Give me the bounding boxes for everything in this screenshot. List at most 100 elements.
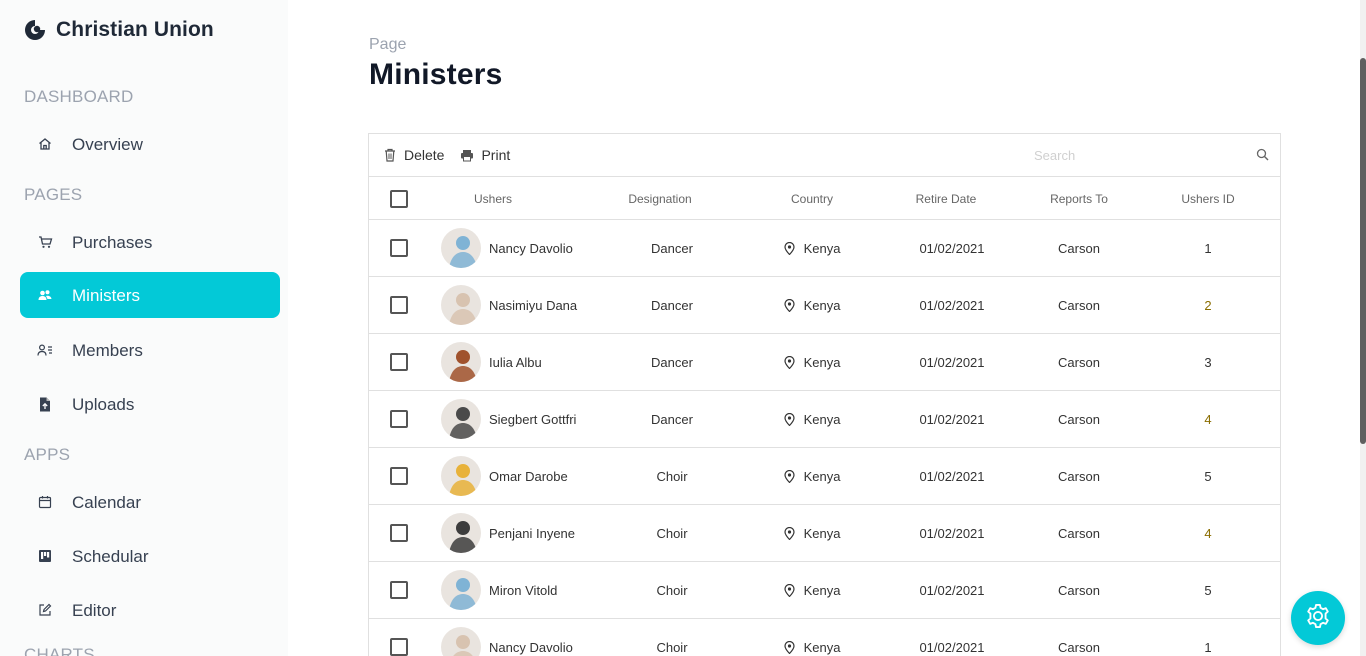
search-icon[interactable] [1256,148,1270,162]
country-name: Kenya [803,582,841,598]
column-header-country[interactable]: Country [739,177,885,220]
location-pin-icon [783,469,795,483]
scrollbar-thumb[interactable] [1360,58,1366,444]
sidebar-item-label: Editor [72,600,117,620]
avatar [441,342,481,382]
page-title: Ministers [369,58,503,91]
avatar-head [456,635,470,649]
row-checkbox[interactable] [390,410,408,428]
sidebar-item-label: Ministers [72,285,141,305]
retire-date-cell: 01/02/2021 [919,354,985,370]
brand[interactable]: Christian Union [24,17,214,43]
avatar-head [456,236,470,250]
row-checkbox[interactable] [390,353,408,371]
row-select-cell [369,391,429,447]
sidebar-item-members[interactable]: Members [20,327,280,373]
main-content: Page Ministers Delete Print Search Usher… [288,0,1360,656]
file-upload-icon [37,396,53,412]
column-header-ushers[interactable]: Ushers [441,177,545,220]
column-header-designation[interactable]: Designation [581,177,739,220]
designation-cell: Dancer [651,297,693,313]
usher-id-cell: 5 [1204,582,1212,598]
avatar-head [456,293,470,307]
column-header-ushers-id[interactable]: Ushers ID [1139,177,1277,220]
cart-icon [37,234,53,250]
retire-date-cell: 01/02/2021 [919,240,985,256]
home-icon [37,136,53,152]
sidebar-item-schedular[interactable]: Schedular [20,533,280,579]
usher-id-cell: 4 [1204,525,1212,541]
table-row[interactable]: Nancy Davolio Choir Kenya 01/02/2021 Carson 1 [369,619,1280,656]
table-row[interactable]: Iulia Albu Dancer Kenya 01/02/2021 Carson 3 [369,334,1280,391]
country-cell: Kenya [739,505,885,561]
gear-icon [1304,602,1332,635]
row-select-cell [369,562,429,618]
grid-toolbar: Delete Print [369,134,1280,177]
grid-header-row: Ushers Designation Country Retire Date R… [369,177,1280,220]
sidebar-item-purchases[interactable]: Purchases [20,219,280,265]
sidebar-item-calendar[interactable]: Calendar [20,479,280,525]
reports-to-cell: Carson [1058,639,1100,655]
column-header-reports-to[interactable]: Reports To [1009,177,1149,220]
country-cell: Kenya [739,562,885,618]
avatar-head [456,521,470,535]
country-cell: Kenya [739,277,885,333]
sidebar-item-label: Members [72,340,143,360]
avatar [441,456,481,496]
row-checkbox[interactable] [390,581,408,599]
reports-to-cell: Carson [1058,411,1100,427]
row-checkbox[interactable] [390,239,408,257]
section-title-apps: APPS [24,445,71,464]
reports-to-cell: Carson [1058,582,1100,598]
column-header-retire-date[interactable]: Retire Date [874,177,1018,220]
section-title-charts: CHARTS [24,645,95,656]
grid-body: Nancy Davolio Dancer Kenya 01/02/2021 Carson… [369,220,1280,656]
table-row[interactable]: Penjani Inyene Choir Kenya 01/02/2021 Carson… [369,505,1280,562]
section-title-pages: PAGES [24,185,83,204]
print-button[interactable]: Print [460,147,510,163]
designation-cell: Choir [656,525,688,541]
settings-button[interactable] [1291,591,1345,645]
select-all-cell [369,177,429,220]
country-cell: Kenya [739,334,885,390]
usher-id-cell: 5 [1204,468,1212,484]
table-row[interactable]: Nasimiyu Dana Dancer Kenya 01/02/2021 Carson… [369,277,1280,334]
country-cell: Kenya [739,448,885,504]
retire-date-cell: 01/02/2021 [919,297,985,313]
sidebar-item-ministers[interactable]: Ministers [20,272,280,318]
table-row[interactable]: Omar Darobe Choir Kenya 01/02/2021 Carson 5 [369,448,1280,505]
sidebar-item-label: Uploads [72,394,135,414]
designation-cell: Dancer [651,411,693,427]
usher-id-cell: 4 [1204,411,1212,427]
table-row[interactable]: Siegbert Gottfri Dancer Kenya 01/02/2021 Car… [369,391,1280,448]
search-input[interactable] [1030,143,1240,167]
avatar [441,399,481,439]
location-pin-icon [783,241,795,255]
select-all-checkbox[interactable] [390,189,408,208]
sidebar-item-uploads[interactable]: Uploads [20,381,280,427]
row-checkbox[interactable] [390,524,408,542]
reports-to-cell: Carson [1058,525,1100,541]
sidebar-item-label: Schedular [72,546,149,566]
print-label: Print [481,147,511,163]
avatar [441,570,481,610]
designation-cell: Dancer [651,354,693,370]
location-pin-icon [783,583,795,597]
usher-name: Nancy Davolio [489,240,573,256]
table-row[interactable]: Miron Vitold Choir Kenya 01/02/2021 Carson 5 [369,562,1280,619]
row-checkbox[interactable] [390,467,408,485]
row-checkbox[interactable] [390,296,408,314]
row-select-cell [369,220,429,276]
retire-date-cell: 01/02/2021 [919,582,985,598]
country-name: Kenya [803,525,841,541]
row-checkbox[interactable] [390,638,408,656]
sidebar-item-label: Calendar [72,492,141,512]
country-name: Kenya [803,468,841,484]
sidebar-item-overview[interactable]: Overview [20,121,280,167]
country-name: Kenya [803,639,841,655]
page-scrollbar[interactable] [1360,0,1366,656]
printer-icon [460,148,474,162]
sidebar-item-editor[interactable]: Editor [20,587,280,633]
table-row[interactable]: Nancy Davolio Dancer Kenya 01/02/2021 Carson… [369,220,1280,277]
delete-button[interactable]: Delete [383,147,444,163]
